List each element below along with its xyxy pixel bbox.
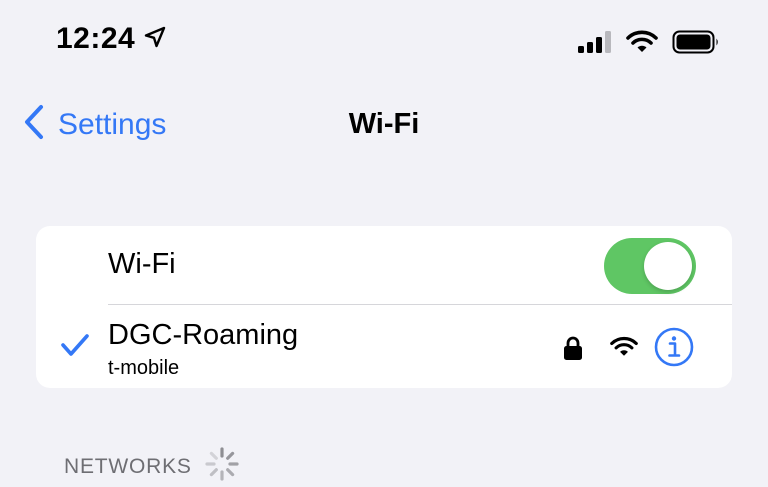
status-time-group: 12:24 — [56, 22, 167, 56]
cellular-signal-icon — [578, 31, 612, 58]
networks-header-label: NETWORKS — [64, 454, 192, 478]
status-bar: 12:24 — [0, 0, 768, 90]
location-arrow-icon — [143, 25, 167, 54]
network-subtitle: t-mobile — [108, 357, 180, 379]
wifi-card: Wi-Fi DGC-Roaming t-mobile — [36, 226, 732, 388]
wifi-icon — [626, 30, 658, 59]
network-name: DGC-Roaming — [108, 319, 299, 351]
status-time: 12:24 — [56, 22, 136, 55]
battery-icon — [672, 30, 720, 59]
toggle-knob — [644, 242, 692, 290]
checkmark-icon — [60, 333, 90, 362]
lock-icon — [563, 335, 583, 366]
nav-bar: Settings Wi-Fi — [0, 98, 768, 154]
network-signal-icon — [610, 336, 638, 363]
wifi-toggle-row: Wi-Fi — [36, 226, 732, 304]
networks-section-header: NETWORKS — [64, 446, 240, 487]
wifi-toggle-label: Wi-Fi — [108, 248, 176, 280]
page-title: Wi-Fi — [348, 108, 420, 140]
info-icon[interactable] — [654, 327, 694, 372]
wifi-toggle-switch[interactable] — [604, 238, 696, 294]
loading-spinner-icon — [204, 446, 240, 487]
connected-network-row[interactable]: DGC-Roaming t-mobile — [36, 305, 732, 388]
status-icons — [578, 30, 720, 59]
